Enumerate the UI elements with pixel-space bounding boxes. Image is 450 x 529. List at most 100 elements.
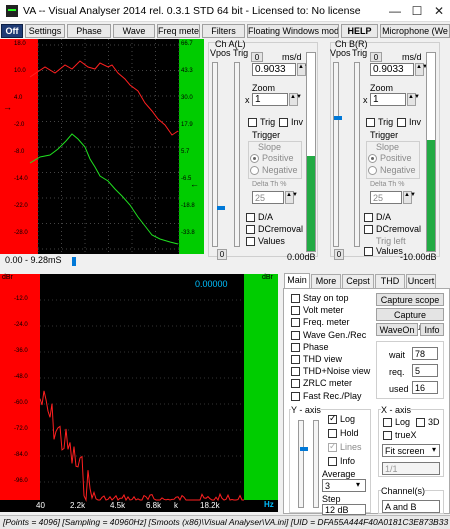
ch-a-delta-input[interactable]: 25 [252, 191, 284, 204]
ch-a-delta-spinner[interactable]: ▲▼ [285, 191, 298, 204]
ch-b-zero-button[interactable]: 0 [334, 249, 344, 260]
option-checkbox[interactable] [291, 379, 300, 389]
ch-b-negative-radio[interactable] [368, 166, 377, 175]
option-label: ZRLC meter [303, 378, 353, 389]
ch-b-positive-radio[interactable] [368, 154, 377, 163]
capture-spectrum-button[interactable]: Capture spectrum [376, 308, 444, 332]
tab-main[interactable]: Main [284, 273, 310, 288]
y-axis-label: Y - axis [291, 405, 321, 415]
off-button[interactable]: Off [1, 24, 23, 38]
y-axis-slider[interactable] [298, 420, 304, 508]
x-3d-checkbox[interactable] [416, 418, 425, 427]
ch-b-delta-spinner[interactable]: ▲▼ [403, 191, 416, 204]
ch-b-zoom-spinner[interactable]: ▲▼ [407, 93, 420, 106]
ch-a-db-readout: 0.00dB [287, 252, 316, 262]
maximize-button[interactable]: ☐ [406, 4, 428, 18]
ch-b-trig-checkbox[interactable] [366, 118, 375, 127]
ch-b-trig-left-label: Trig left [376, 236, 406, 246]
ch-b-delta-input[interactable]: 25 [370, 191, 402, 204]
ch-a-inv-checkbox[interactable] [279, 118, 288, 127]
help-button[interactable]: HELP [341, 24, 378, 38]
spectrum-freq-tick: 2.2k [70, 501, 86, 510]
x-log-checkbox[interactable] [383, 418, 392, 427]
option-checkbox[interactable] [291, 391, 300, 401]
ch-a-values-checkbox[interactable] [246, 237, 255, 246]
ch-b-zoom-label: Zoom [370, 83, 394, 93]
spectrum-display[interactable]: dBr dBr 0.00000 -12.0 -24.0 -36.0 -48.0 -60.… [0, 274, 278, 512]
info-button[interactable]: Info [420, 323, 444, 336]
ch-a-vpos-slider[interactable] [212, 62, 218, 247]
ch-b-trigger-arrow: ← [190, 179, 199, 189]
ch-b-values-checkbox[interactable] [364, 247, 373, 256]
input-device-select[interactable]: Microphone (We [380, 24, 450, 38]
tab-cepst[interactable]: Cepst [342, 274, 374, 288]
scope-right-tick: 5.7 [181, 149, 190, 155]
ch-a-zero-button[interactable]: 0 [217, 249, 227, 260]
time-scroll-thumb[interactable] [72, 257, 76, 266]
settings-button[interactable]: Settings [25, 24, 65, 38]
channels-select[interactable]: A and B [382, 500, 440, 513]
ch-a-negative-label: Negative [262, 165, 298, 175]
ch-b-zoom-input[interactable]: 1 [370, 93, 406, 106]
capture-scope-button[interactable]: Capture scope [376, 293, 444, 306]
option-checkbox[interactable] [291, 342, 300, 352]
ch-a-ms-spin-zero[interactable]: 0 [251, 52, 263, 62]
ch-a-zoom-input[interactable]: 1 [252, 93, 288, 106]
ch-a-dcremoval-checkbox[interactable] [246, 225, 255, 234]
option-checkbox[interactable] [291, 318, 300, 328]
wave-button[interactable]: Wave [113, 24, 155, 38]
ch-a-vpos-label: Vpos [210, 48, 231, 58]
hold-checkbox[interactable] [328, 429, 337, 438]
option-checkbox[interactable] [291, 330, 300, 340]
ch-b-ms-input[interactable]: 0.9033 [370, 63, 414, 76]
option-checkbox[interactable] [291, 367, 300, 377]
ch-a-vpos-thumb[interactable] [217, 206, 225, 210]
tab-thd[interactable]: THD [375, 274, 405, 288]
y-info-checkbox[interactable] [328, 457, 337, 466]
ch-a-positive-radio[interactable] [250, 154, 259, 163]
ch-b-zoom-x: x [363, 95, 368, 105]
ch-a-delta-label: Delta Th % [252, 181, 287, 188]
ch-a-ms-spinner[interactable]: ▲▼ [297, 63, 310, 76]
option-checkbox[interactable] [291, 306, 300, 316]
y-log-checkbox[interactable] [328, 413, 337, 424]
y-axis-offset-slider[interactable] [313, 420, 319, 508]
truex-checkbox[interactable] [383, 431, 392, 440]
step-select[interactable]: 12 dB [322, 504, 366, 515]
ch-b-da-label: D/A [376, 212, 392, 222]
minimize-button[interactable]: — [384, 4, 406, 18]
ch-b-ms-spin-zero[interactable]: 0 [370, 52, 382, 62]
oscilloscope-display[interactable]: 18.0 10.0 4.0 -2.0 -8.0 -14.0 -22.0 -28.0 66.7 4… [0, 39, 204, 254]
filters-button[interactable]: Filters [202, 24, 245, 38]
ch-a-trig-checkbox[interactable] [248, 118, 257, 127]
close-button[interactable]: ✕ [428, 4, 450, 18]
ch-b-dcremoval-checkbox[interactable] [364, 225, 373, 234]
ch-b-vpos-slider[interactable] [333, 62, 339, 247]
ch-b-da-checkbox[interactable] [364, 213, 373, 222]
x-log-label: Log [395, 417, 411, 427]
ch-b-vpos-thumb[interactable] [334, 116, 342, 120]
ch-b-delta-label: Delta Th % [370, 181, 405, 188]
used-label: used [389, 384, 409, 394]
y-axis-slider-thumb[interactable] [300, 447, 308, 451]
waveon-button[interactable]: WaveOn [376, 323, 418, 336]
option-checkbox[interactable] [291, 355, 300, 364]
ratio-select[interactable]: 1/1 [382, 462, 440, 475]
ch-b-ms-spinner[interactable]: ▲▼ [415, 63, 428, 76]
lines-checkbox[interactable] [328, 441, 337, 452]
ch-a-zoom-spinner[interactable]: ▲▼ [289, 93, 302, 106]
lines-label: Lines [340, 442, 362, 452]
freq-meter-button[interactable]: Freq meter [157, 24, 200, 38]
phase-button[interactable]: Phase [67, 24, 111, 38]
ch-a-trig-slider[interactable] [234, 62, 240, 247]
tab-more[interactable]: More [311, 274, 341, 288]
ch-b-trig-slider[interactable] [354, 62, 360, 247]
option-checkbox[interactable] [291, 294, 300, 303]
ch-a-da-checkbox[interactable] [246, 213, 255, 222]
ch-a-negative-radio[interactable] [250, 166, 259, 175]
ch-b-inv-checkbox[interactable] [397, 118, 406, 127]
ch-a-ms-input[interactable]: 0.9033 [252, 63, 296, 76]
tab-uncert[interactable]: Uncert [406, 274, 436, 288]
floating-windows-button[interactable]: Floating Windows mode [247, 24, 339, 38]
app-icon [6, 4, 18, 17]
